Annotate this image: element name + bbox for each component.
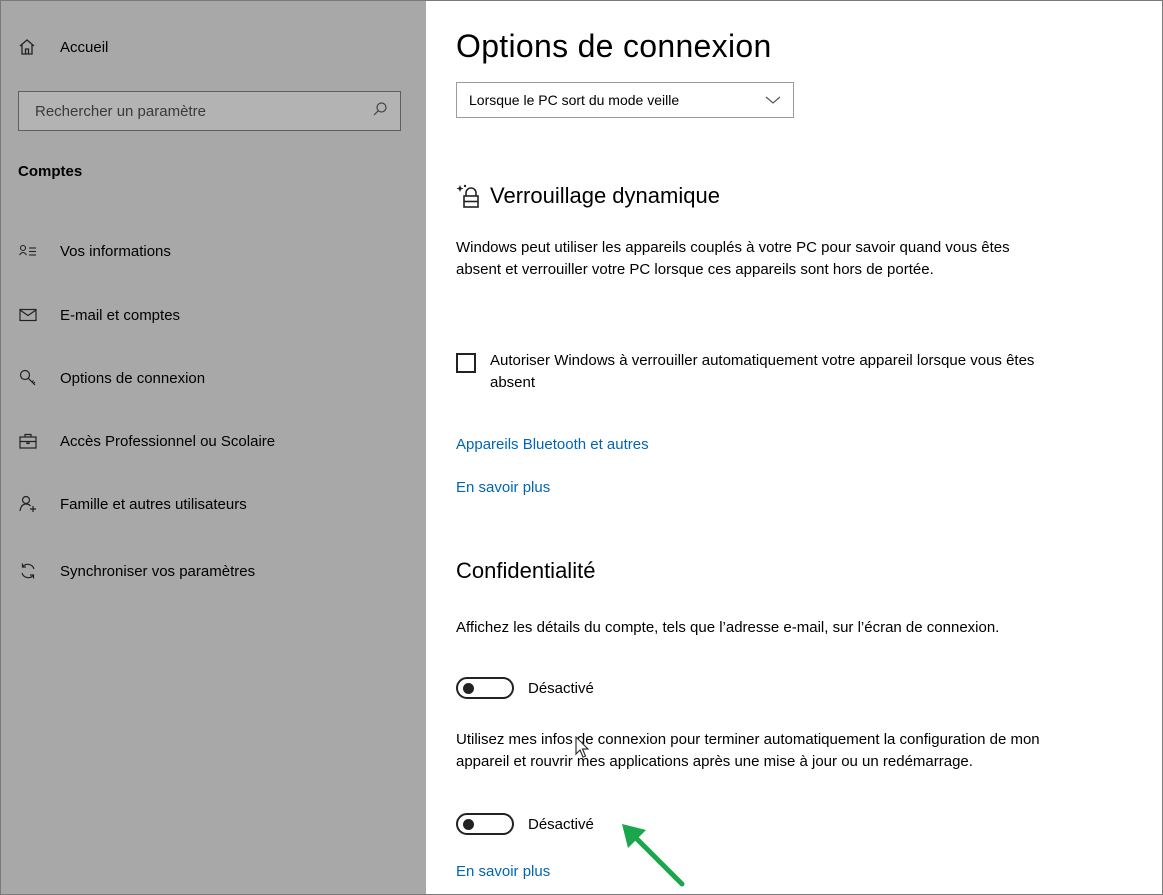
home-label: Accueil — [60, 38, 109, 56]
sidebar-item-sync[interactable]: Synchroniser vos paramètres — [18, 561, 255, 581]
annotation-arrow-icon — [622, 824, 685, 887]
privacy-setting1-toggle-row[interactable]: Désactivé — [456, 677, 594, 699]
mouse-cursor-icon — [575, 736, 590, 758]
briefcase-icon — [18, 431, 38, 451]
sidebar: Accueil Rechercher un paramètre Comptes … — [0, 0, 426, 895]
privacy-setting2-toggle-row[interactable]: Désactivé — [456, 813, 594, 835]
page-title: Options de connexion — [456, 28, 772, 64]
search-icon[interactable] — [372, 101, 388, 121]
sidebar-item-label: Synchroniser vos paramètres — [60, 562, 256, 580]
sidebar-item-label: E-mail et comptes — [60, 306, 181, 324]
sidebar-item-work-school[interactable]: Accès Professionnel ou Scolaire — [18, 431, 275, 451]
main-content: Options de connexion Lorsque le PC sort … — [426, 0, 1163, 895]
home-nav-item[interactable]: Accueil — [18, 38, 108, 56]
wake-require-signin-dropdown[interactable]: Lorsque le PC sort du mode veille — [456, 82, 794, 118]
auto-lock-checkbox[interactable] — [456, 353, 476, 373]
learn-more-link-dynamic-lock[interactable]: En savoir plus — [456, 479, 550, 496]
privacy-heading: Confidentialité — [456, 558, 596, 583]
toggle-state-label: Désactivé — [528, 679, 594, 697]
search-settings-input[interactable]: Rechercher un paramètre — [18, 91, 401, 131]
sidebar-item-family[interactable]: Famille et autres utilisateurs — [18, 494, 247, 514]
privacy-setting1-text: Affichez les détails du compte, tels que… — [456, 619, 1000, 636]
use-signin-info-toggle[interactable] — [456, 813, 514, 835]
show-account-details-toggle[interactable] — [456, 677, 514, 699]
sidebar-item-label: Options de connexion — [60, 369, 206, 387]
auto-lock-checkbox-row[interactable]: Autoriser Windows à verrouiller automati… — [456, 350, 1050, 394]
section-title: Comptes — [18, 163, 83, 180]
add-person-icon — [18, 494, 38, 514]
key-icon — [18, 368, 38, 388]
chevron-down-icon — [765, 92, 781, 108]
sidebar-item-email-accounts[interactable]: E-mail et comptes — [18, 305, 180, 325]
dynamic-lock-description: Windows peut utiliser les appareils coup… — [456, 239, 1010, 278]
dynamic-lock-heading: Verrouillage dynamique — [456, 183, 720, 209]
sidebar-item-your-info[interactable]: Vos informations — [18, 241, 171, 261]
dynamic-lock-icon — [456, 183, 482, 209]
toggle-knob — [463, 819, 474, 830]
learn-more-link-privacy[interactable]: En savoir plus — [456, 863, 550, 880]
bluetooth-devices-link[interactable]: Appareils Bluetooth et autres — [456, 436, 649, 453]
sidebar-item-label: Vos informations — [60, 242, 171, 260]
toggle-state-label: Désactivé — [528, 815, 594, 833]
dropdown-value: Lorsque le PC sort du mode veille — [469, 92, 680, 108]
auto-lock-checkbox-label[interactable]: Autoriser Windows à verrouiller automati… — [490, 350, 1050, 394]
toggle-knob — [463, 683, 474, 694]
search-placeholder: Rechercher un paramètre — [35, 102, 206, 120]
sidebar-item-label: Famille et autres utilisateurs — [60, 495, 247, 513]
sidebar-item-sign-in-options[interactable]: Options de connexion — [18, 368, 205, 388]
dynamic-lock-title: Verrouillage dynamique — [490, 183, 720, 208]
privacy-setting2-text: Utilisez mes infos de connexion pour ter… — [456, 731, 1040, 770]
sidebar-item-label: Accès Professionnel ou Scolaire — [60, 432, 276, 450]
sync-icon — [18, 561, 38, 581]
person-list-icon — [18, 241, 38, 261]
mail-icon — [18, 305, 38, 325]
home-icon — [18, 38, 38, 56]
